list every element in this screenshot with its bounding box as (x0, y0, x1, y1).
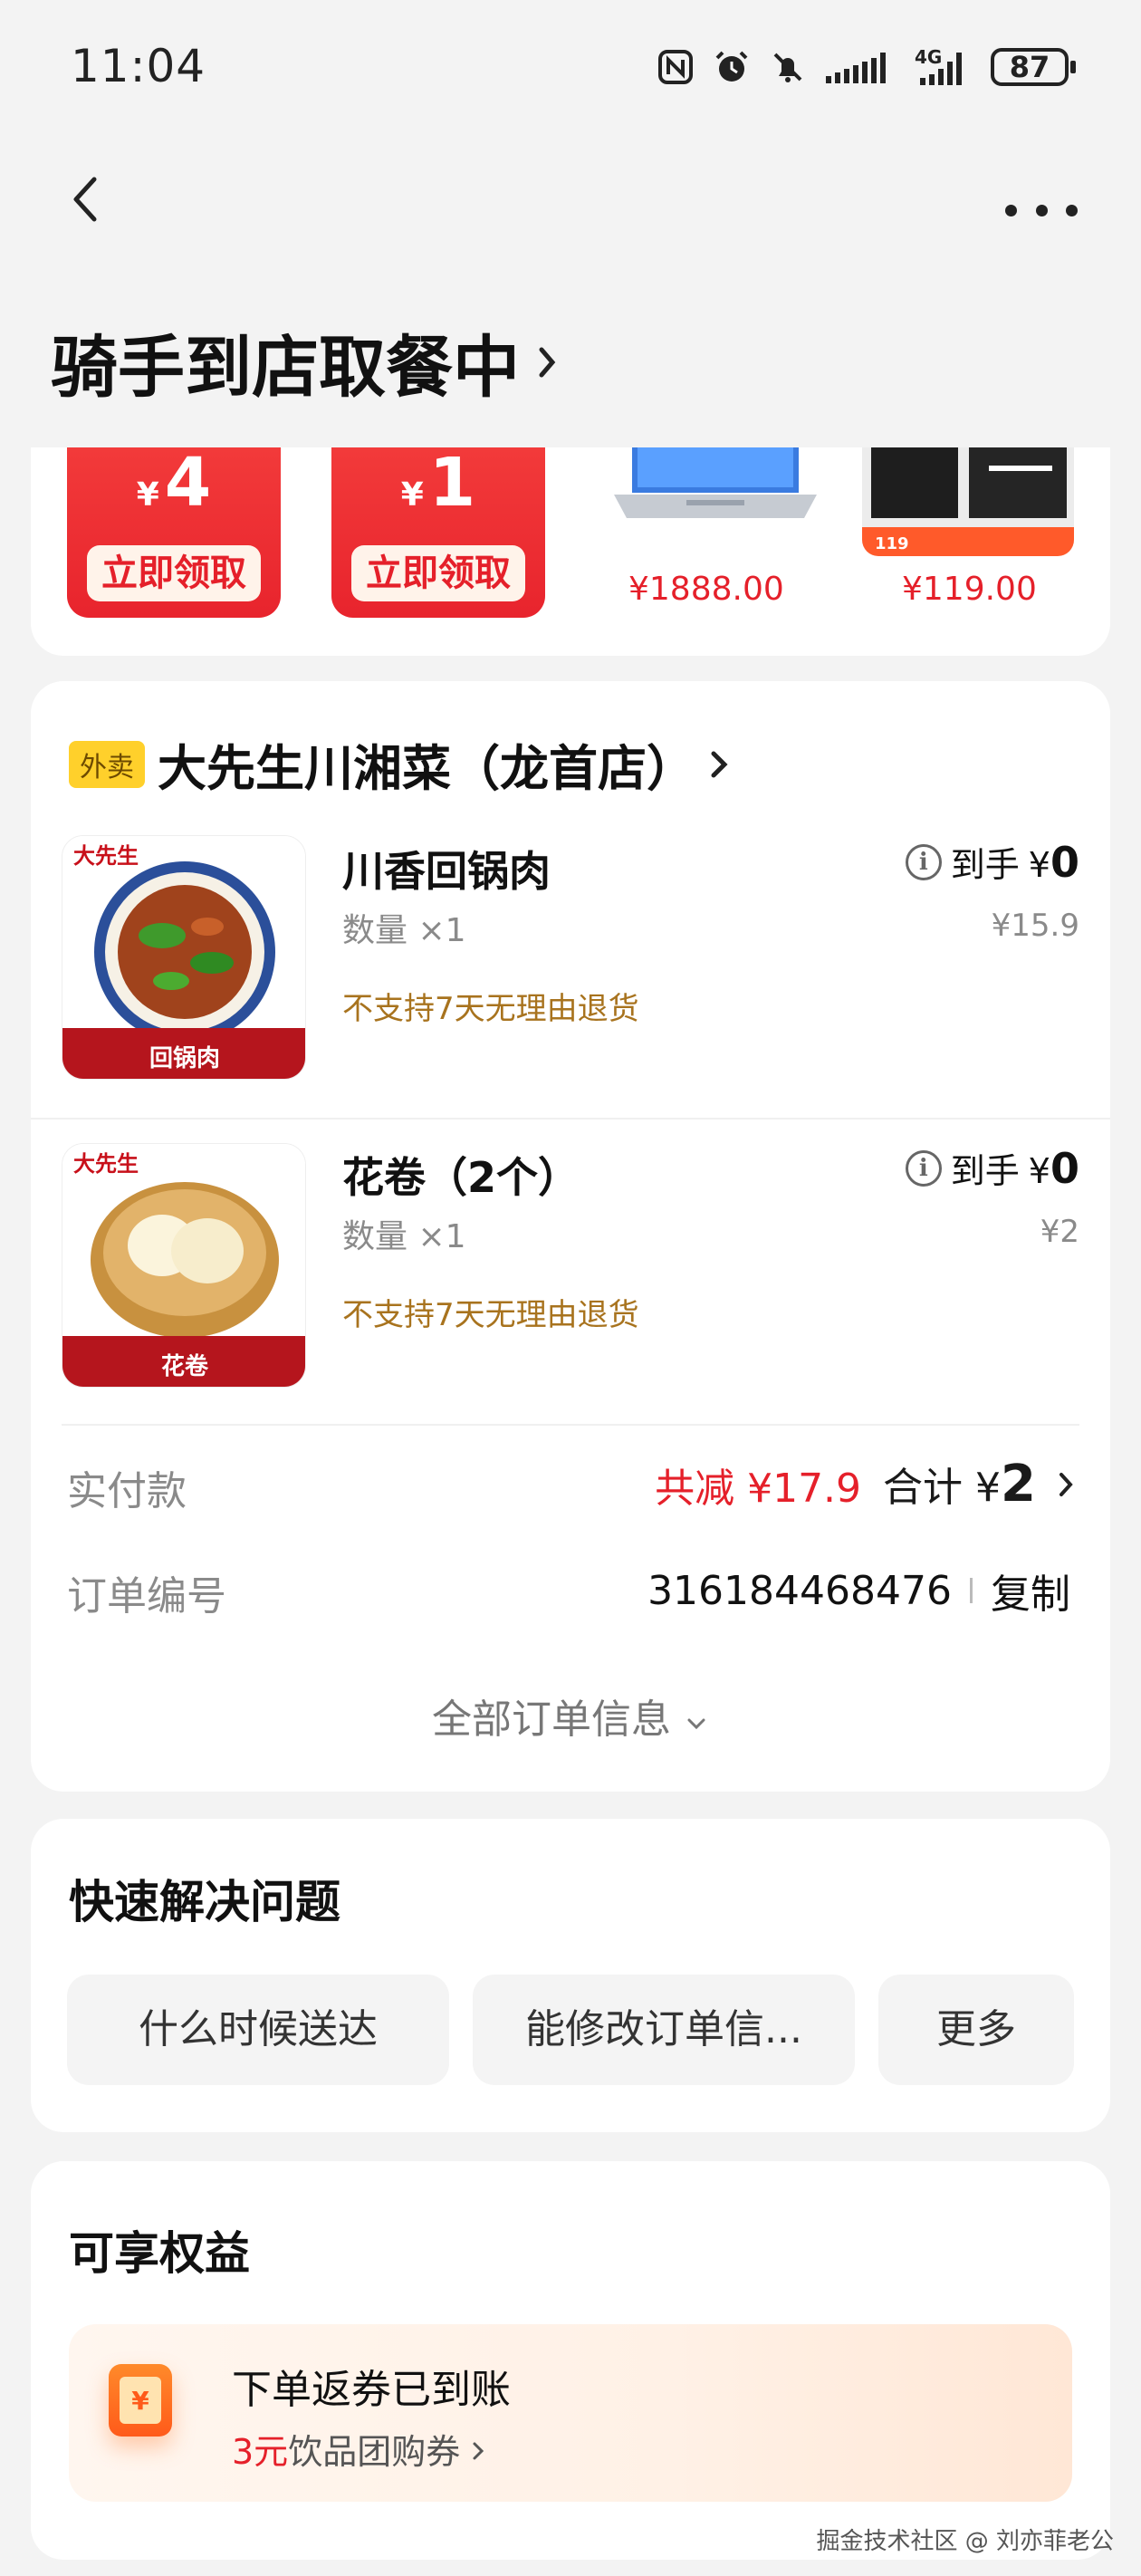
watermark: 掘金技术社区 @ 刘亦菲老公 (816, 2528, 1114, 2555)
item-original-price: ¥15.9 (991, 908, 1079, 944)
benefit-coupon-item[interactable]: ¥ 下单返券已到账 3元饮品团购券 (69, 2324, 1072, 2502)
benefit-subtitle: 3元饮品团购券 (232, 2424, 485, 2474)
chevron-right-icon (1060, 1472, 1073, 1496)
item-image[interactable]: 大先生 回锅肉 (62, 835, 306, 1080)
status-icons: 4G 87 (657, 47, 1076, 87)
shop-name: 大先生川湘菜（龙首店） (158, 740, 695, 797)
separator (970, 1578, 973, 1603)
item-quantity: 数量 ×1 (342, 1218, 466, 1255)
item-image[interactable]: 大先生 花卷 (62, 1143, 306, 1388)
delivery-tag: 外卖 (69, 740, 145, 788)
svg-text:¥: ¥ (131, 2386, 149, 2416)
info-icon[interactable]: i (905, 843, 942, 880)
svg-text:大先生: 大先生 (73, 1151, 139, 1177)
quick-resolve-card: 快速解决问题 什么时候送达 能修改订单信... 更多 (31, 1819, 1110, 2132)
more-dots-icon (1005, 204, 1017, 216)
item-final-price: i 到手 ¥0 (905, 1143, 1079, 1193)
svg-text:回锅肉: 回锅肉 (149, 1045, 220, 1072)
laptop-product-image[interactable] (605, 447, 826, 529)
item-name[interactable]: 川香回锅肉 (342, 839, 551, 899)
claim-coupon-button[interactable]: 立即领取 (351, 545, 525, 601)
mute-icon (773, 53, 802, 82)
info-icon[interactable]: i (905, 1149, 942, 1187)
svg-text:4G: 4G (915, 47, 942, 68)
section-title: 快速解决问题 (69, 1876, 340, 1928)
item-original-price: ¥2 (1040, 1214, 1079, 1250)
chevron-down-icon (687, 1718, 705, 1730)
product-price: ¥119.00 (902, 571, 1037, 608)
copy-button[interactable]: 复制 (991, 1562, 1070, 1620)
chevron-right-icon (711, 751, 728, 777)
more-button[interactable] (1005, 201, 1078, 219)
claim-coupon-button[interactable]: 立即领取 (87, 545, 261, 601)
coupon-icon: ¥ (109, 2364, 172, 2437)
alarm-icon (715, 51, 748, 82)
promo-strip: ¥4 立即领取 ¥1 立即领取 ¥1888.00 119 ¥119.00 (31, 447, 1110, 656)
payment-summary[interactable]: 共减 ¥17.9 合计 ¥2 (655, 1455, 1074, 1514)
chevron-left-icon (73, 177, 97, 222)
order-number: 316184468476 (647, 1567, 952, 1614)
shop-header[interactable]: 外卖 大先生川湘菜（龙首店） (69, 728, 730, 800)
quick-chip-modify-order[interactable]: 能修改订单信... (473, 1975, 855, 2085)
chevron-right-icon (539, 347, 556, 377)
battery-icon: 87 (991, 48, 1076, 86)
order-card: 外卖 大先生川湘菜（龙首店） 大先生 回锅肉 川香回锅肉 数量 ×1 不支持7天… (31, 681, 1110, 1792)
order-number-row: 316184468476 复制 (647, 1562, 1070, 1620)
svg-text:119: 119 (875, 534, 909, 553)
return-policy: 不支持7天无理由退货 (342, 1297, 639, 1333)
coupon-card[interactable]: ¥1 立即领取 (331, 447, 545, 618)
status-bar: 11:04 4G 87 (0, 0, 1141, 136)
shorts-product-image[interactable]: 119 (862, 447, 1074, 556)
total-amount: 合计 ¥2 (883, 1455, 1036, 1514)
nfc-icon (658, 50, 693, 84)
divider (31, 1118, 1110, 1120)
item-final-price: i 到手 ¥0 (905, 837, 1079, 887)
product-price: ¥1888.00 (628, 571, 784, 608)
coupon-amount: ¥4 (136, 447, 212, 522)
coupon-card[interactable]: ¥4 立即领取 (67, 447, 281, 618)
return-policy: 不支持7天无理由退货 (342, 991, 639, 1027)
page-title[interactable]: 骑手到店取餐中 (51, 313, 558, 410)
page-title-text: 骑手到店取餐中 (51, 329, 520, 407)
signal-icon (826, 53, 886, 83)
network-4g-icon: 4G (915, 47, 962, 85)
back-button[interactable] (63, 172, 109, 226)
benefit-title: 下单返券已到账 (232, 2367, 511, 2413)
coupon-amount: ¥1 (400, 447, 476, 522)
quick-chip-more[interactable]: 更多 (878, 1975, 1074, 2085)
item-quantity: 数量 ×1 (342, 912, 466, 949)
benefits-card: 可享权益 ¥ 下单返券已到账 3元饮品团购券 (31, 2161, 1110, 2560)
discount-amount: 共减 ¥17.9 (655, 1465, 862, 1512)
section-title: 可享权益 (69, 2227, 250, 2280)
divider (62, 1424, 1079, 1426)
item-name[interactable]: 花卷（2个） (342, 1145, 580, 1205)
status-time: 11:04 (71, 40, 206, 92)
svg-text:大先生: 大先生 (73, 843, 139, 869)
chevron-right-icon (473, 2442, 484, 2460)
svg-text:花卷: 花卷 (161, 1353, 209, 1380)
all-order-info-button[interactable]: 全部订单信息 (31, 1687, 1110, 1745)
paid-label: 实付款 (67, 1468, 187, 1514)
quick-chip-delivery-time[interactable]: 什么时候送达 (67, 1975, 449, 2085)
order-number-label: 订单编号 (67, 1573, 226, 1620)
